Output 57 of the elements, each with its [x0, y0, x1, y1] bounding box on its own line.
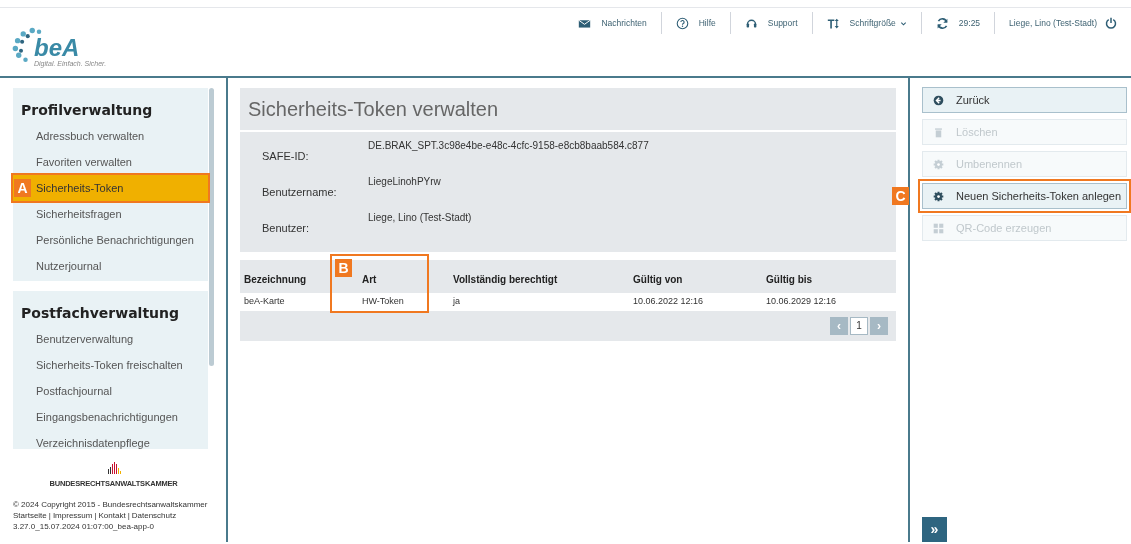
nav-link[interactable]: 29:25 [921, 12, 996, 34]
callout-label: C [892, 187, 909, 205]
field-label: Benutzer: [262, 221, 311, 236]
gear-icon [933, 190, 944, 202]
action-button[interactable]: Zurück [922, 87, 1127, 113]
nav-link[interactable]: Hilfe [661, 12, 731, 34]
sidebar-item[interactable]: Persönliche Benachrichtigungen [13, 227, 209, 253]
sidebar-item[interactable]: Sicherheitsfragen [13, 201, 209, 227]
nav-link[interactable]: Support [730, 12, 813, 34]
circle-arrow-left-icon [933, 94, 944, 106]
logo-text: beA [34, 36, 81, 60]
link-separator: | [127, 510, 130, 522]
field-label: SAFE-ID: [262, 149, 310, 164]
column-header: Art [362, 273, 378, 287]
sidebar-item[interactable]: Sicherheits-Token freischalten [13, 352, 209, 378]
section-heading: Postfachverwaltung [20, 304, 181, 323]
footer-link[interactable]: Startseite [13, 510, 47, 522]
field-value: Liege, Lino (Test-Stadt) [368, 211, 472, 225]
nav-link[interactable]: Liege, Lino (Test-Stadt) [995, 12, 1119, 34]
footer-link[interactable]: Impressum [52, 510, 93, 522]
page-title: Sicherheits-Token verwalten [240, 88, 896, 132]
link-separator: | [94, 510, 97, 522]
field-value: LiegeLinohPYrw [368, 175, 441, 189]
sidebar-item[interactable]: Verzeichnisdatenpflege [13, 430, 209, 456]
copyright-text: © 2024 Copyright 2015 - Bundesrechtsanwaltskammer [13, 499, 209, 511]
sidebar-item[interactable]: A Sicherheits-Token [13, 175, 209, 201]
footer-link[interactable]: Kontakt [98, 510, 126, 522]
table-row[interactable]: beA-Karte HW-Token ja 10.06.2022 12:16 10.06.2029 12:16 [240, 293, 896, 311]
gear-icon [933, 158, 944, 170]
field-value: DE.BRAK_SPT.3c98e4be-e48c-4cfc-9158-e8cb8baab584.c877 [368, 139, 649, 153]
field-label: Benutzername: [262, 185, 338, 200]
section-heading: Profilverwaltung [20, 101, 154, 120]
link-separator: | [48, 510, 51, 522]
power-icon [1105, 17, 1117, 29]
version-text: 3.27.0_15.07.2024 01:07:00_bea-app-0 [13, 521, 155, 533]
nav-link[interactable]: Schriftgröße [812, 12, 922, 34]
callout-label: B [335, 259, 352, 277]
expand-button[interactable]: » [922, 517, 947, 542]
sidebar-item[interactable]: Favoriten verwalten [13, 149, 209, 175]
column-header: Gültig von [633, 273, 684, 287]
nav-link[interactable]: Nachrichten [564, 12, 662, 34]
help-icon [675, 16, 689, 30]
column-header: Vollständig berechtigt [453, 273, 559, 287]
font-size-icon [826, 16, 840, 30]
sidebar-item[interactable]: Adressbuch verwalten [13, 123, 209, 149]
sidebar-item[interactable]: Eingangsbenachrichtigungen [13, 404, 209, 430]
column-header: Gültig bis [766, 273, 814, 287]
sidebar-item[interactable]: Nutzerjournal [13, 253, 209, 279]
footer-link[interactable]: Datenschutz [131, 510, 177, 522]
column-header: Bezeichnung [244, 273, 308, 287]
refresh-icon [935, 16, 949, 30]
trash-icon [933, 126, 944, 138]
sidebar-item[interactable]: Benutzerverwaltung [13, 326, 209, 352]
grid-icon [933, 222, 944, 234]
page-number-button[interactable]: 1 [850, 316, 868, 335]
callout-label: A [14, 179, 31, 197]
sidebar-item[interactable]: Postfachjournal [13, 378, 209, 404]
